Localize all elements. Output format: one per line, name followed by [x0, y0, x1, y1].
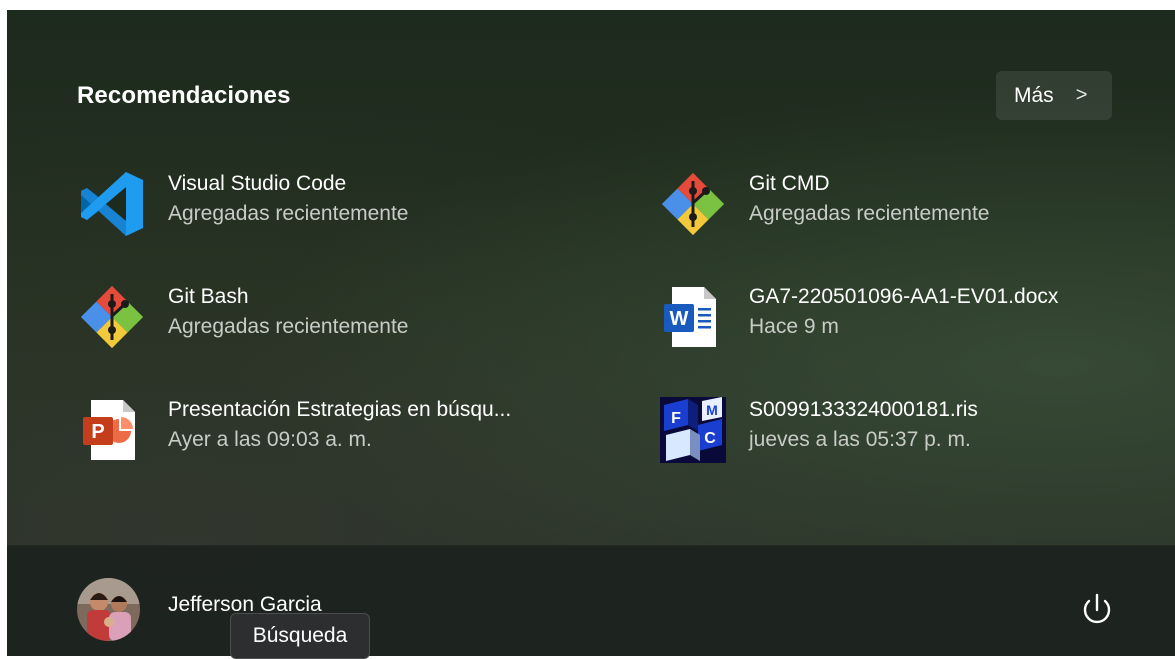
search-tooltip: Búsqueda: [230, 613, 370, 659]
powerpoint-icon-letter: P: [91, 421, 104, 443]
vscode-icon: [77, 169, 147, 239]
word-document-icon: W: [658, 282, 728, 352]
item-subtitle: Hace 9 m: [749, 315, 839, 338]
ris-file-icon: M F C: [658, 395, 728, 465]
avatar: [77, 578, 140, 641]
item-title: GA7-220501096-AA1-EV01.docx: [749, 285, 1059, 308]
power-button[interactable]: [1076, 589, 1118, 631]
start-menu-panel: Recomendaciones Más > Visual Studio Code…: [7, 10, 1175, 656]
recommendation-item-ris-file[interactable]: M F C S0099133324000181.ris jueves a las…: [658, 395, 1108, 465]
recommendation-item-git-bash[interactable]: Git Bash Agregadas recientemente: [77, 282, 527, 352]
item-title: Git Bash: [168, 285, 249, 308]
item-subtitle: Agregadas recientemente: [168, 202, 409, 225]
ris-icon-letter-m: M: [706, 402, 718, 418]
item-title: Visual Studio Code: [168, 172, 347, 195]
powerpoint-document-icon: P: [77, 395, 147, 465]
ris-icon-letter-c: C: [704, 430, 716, 447]
chevron-right-icon: >: [1075, 84, 1088, 106]
recommendation-item-git-cmd[interactable]: Git CMD Agregadas recientemente: [658, 169, 1108, 239]
power-icon: [1083, 593, 1111, 624]
word-icon-letter: W: [670, 308, 689, 330]
item-title: S0099133324000181.ris: [749, 398, 978, 421]
item-subtitle: Ayer a las 09:03 a. m.: [168, 428, 372, 451]
git-icon: [77, 282, 147, 352]
item-title: Presentación Estrategias en búsqu...: [168, 398, 512, 421]
item-subtitle: Agregadas recientemente: [749, 202, 990, 225]
item-subtitle: Agregadas recientemente: [168, 315, 409, 338]
more-button-label: Más: [1014, 83, 1054, 107]
item-subtitle: jueves a las 05:37 p. m.: [749, 428, 971, 451]
recommendations-title: Recomendaciones: [77, 82, 291, 109]
item-title: Git CMD: [749, 172, 830, 195]
recommendation-item-powerpoint-document[interactable]: P Presentación Estrategias en búsqu... A…: [77, 395, 577, 465]
ris-icon-letter-f: F: [671, 410, 681, 427]
more-button[interactable]: Más >: [996, 71, 1112, 120]
recommendation-item-word-document[interactable]: W GA7-220501096-AA1-EV01.docx Hace 9 m: [658, 282, 1108, 352]
git-icon: [658, 169, 728, 239]
start-menu-footer: Jefferson Garcia: [7, 545, 1175, 656]
recommendation-item-vscode[interactable]: Visual Studio Code Agregadas recientemen…: [77, 169, 527, 239]
